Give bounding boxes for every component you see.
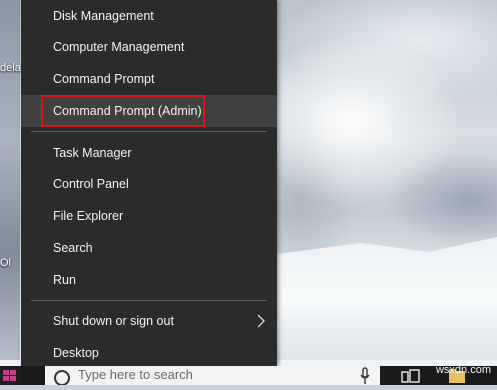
- menu-item-run[interactable]: Run: [21, 264, 277, 296]
- menu-item-disk-management[interactable]: Disk Management: [21, 0, 277, 32]
- menu-item-label: Shut down or sign out: [53, 314, 174, 328]
- menu-item-file-explorer[interactable]: File Explorer: [21, 200, 277, 232]
- menu-item-computer-management[interactable]: Computer Management: [21, 31, 277, 63]
- menu-item-task-manager[interactable]: Task Manager: [21, 137, 277, 169]
- desktop-icon-label[interactable]: dela: [0, 62, 21, 74]
- microphone-icon[interactable]: [358, 367, 372, 385]
- start-button[interactable]: [0, 366, 21, 385]
- winx-context-menu: Disk Management Computer Management Comm…: [21, 0, 277, 366]
- menu-separator: [31, 131, 267, 132]
- menu-item-shut-down-or-sign-out[interactable]: Shut down or sign out: [21, 305, 277, 337]
- menu-item-command-prompt-admin[interactable]: Command Prompt (Admin): [21, 95, 277, 127]
- search-placeholder: Type here to search: [78, 367, 193, 382]
- menu-item-control-panel[interactable]: Control Panel: [21, 168, 277, 200]
- windows-logo-icon: [3, 370, 16, 381]
- menu-item-search[interactable]: Search: [21, 232, 277, 264]
- menu-separator: [31, 300, 267, 301]
- cortana-circle-icon[interactable]: [52, 368, 72, 385]
- desktop-left-strip: [0, 0, 20, 360]
- task-view-icon[interactable]: [400, 369, 422, 385]
- watermark: wsxdn.com: [435, 364, 491, 376]
- menu-item-command-prompt[interactable]: Command Prompt: [21, 63, 277, 95]
- chevron-right-icon: [257, 314, 265, 328]
- desktop-icon-label[interactable]: Ol: [0, 257, 11, 269]
- menu-item-desktop[interactable]: Desktop: [21, 337, 277, 369]
